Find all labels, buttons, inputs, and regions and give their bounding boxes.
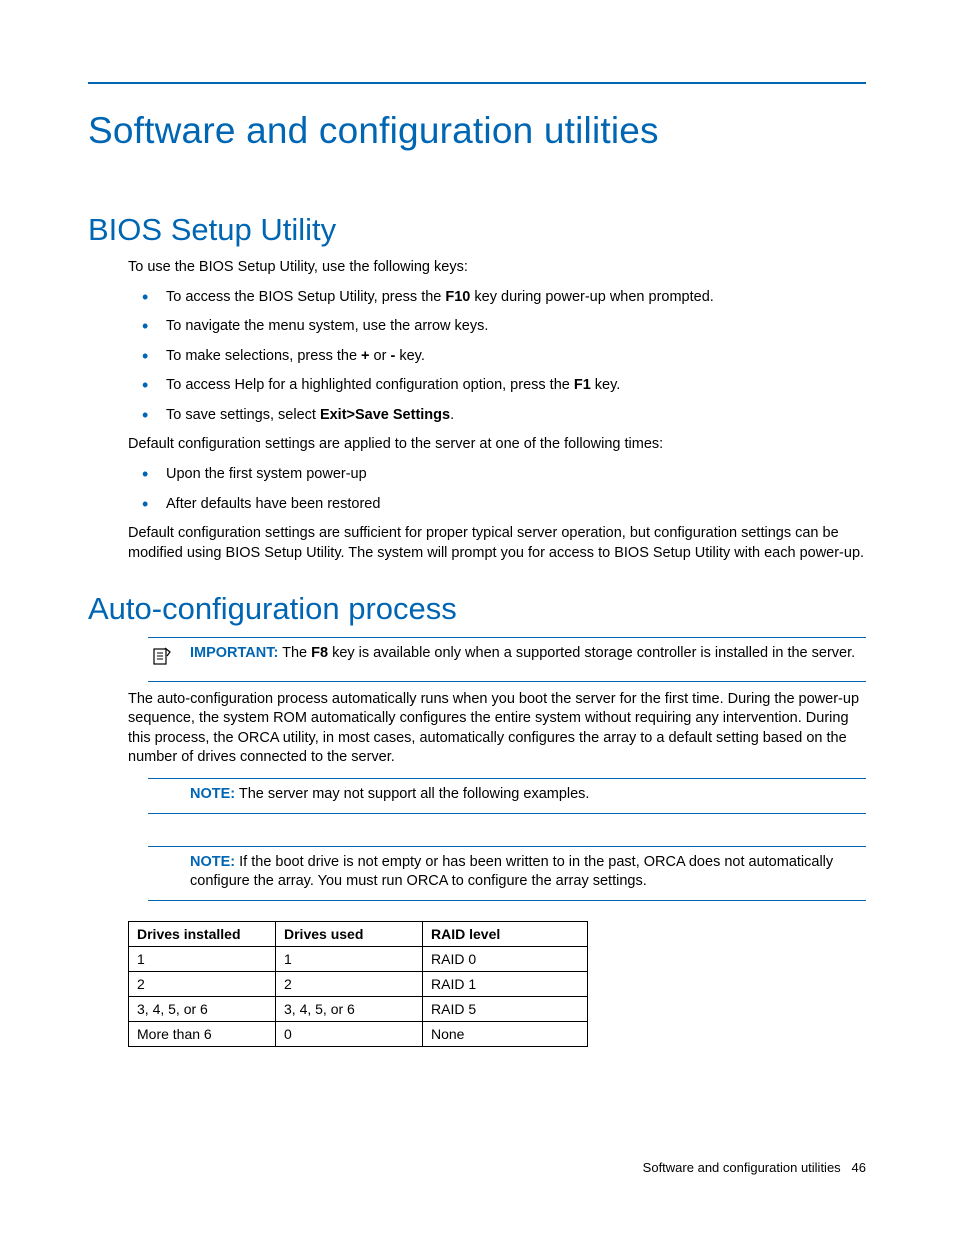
- note-2: NOTE: If the boot drive is not empty or …: [148, 846, 866, 901]
- list-item: To navigate the menu system, use the arr…: [128, 317, 866, 337]
- page: Software and configuration utilities BIO…: [0, 0, 954, 1235]
- list-item: To save settings, select Exit>Save Setti…: [128, 406, 866, 426]
- important-text: IMPORTANT: The F8 key is available only …: [190, 644, 862, 664]
- table-row: 1 1 RAID 0: [129, 946, 588, 971]
- list-item: To access the BIOS Setup Utility, press …: [128, 288, 866, 308]
- th-drives-installed: Drives installed: [129, 921, 276, 946]
- th-drives-used: Drives used: [276, 921, 423, 946]
- section-auto-title: Auto-configuration process: [88, 591, 866, 627]
- th-raid-level: RAID level: [423, 921, 588, 946]
- bios-bullets-2: Upon the first system power-up After def…: [128, 465, 866, 514]
- bios-bullets-1: To access the BIOS Setup Utility, press …: [128, 288, 866, 426]
- auto-para1: The auto-configuration process automatic…: [128, 690, 866, 768]
- list-item: To make selections, press the + or - key…: [128, 347, 866, 367]
- bios-body: To use the BIOS Setup Utility, use the f…: [128, 258, 866, 563]
- table-row: 3, 4, 5, or 6 3, 4, 5, or 6 RAID 5: [129, 996, 588, 1021]
- list-item: After defaults have been restored: [128, 495, 866, 515]
- section-bios-title: BIOS Setup Utility: [88, 212, 866, 248]
- auto-body: The auto-configuration process automatic…: [128, 690, 866, 768]
- chapter-title: Software and configuration utilities: [88, 110, 866, 152]
- table-row: 2 2 RAID 1: [129, 971, 588, 996]
- list-item: Upon the first system power-up: [128, 465, 866, 485]
- important-note: IMPORTANT: The F8 key is available only …: [148, 637, 866, 682]
- page-footer: Software and configuration utilities 46: [643, 1160, 866, 1175]
- table-header-row: Drives installed Drives used RAID level: [129, 921, 588, 946]
- bios-para3: Default configuration settings are suffi…: [128, 524, 866, 563]
- bios-para2: Default configuration settings are appli…: [128, 435, 866, 455]
- bios-intro: To use the BIOS Setup Utility, use the f…: [128, 258, 866, 278]
- top-rule: [88, 82, 866, 84]
- note-1: NOTE: The server may not support all the…: [148, 778, 866, 814]
- list-item: To access Help for a highlighted configu…: [128, 376, 866, 396]
- raid-table: Drives installed Drives used RAID level …: [128, 921, 588, 1047]
- note-icon: [152, 646, 172, 673]
- table-row: More than 6 0 None: [129, 1021, 588, 1046]
